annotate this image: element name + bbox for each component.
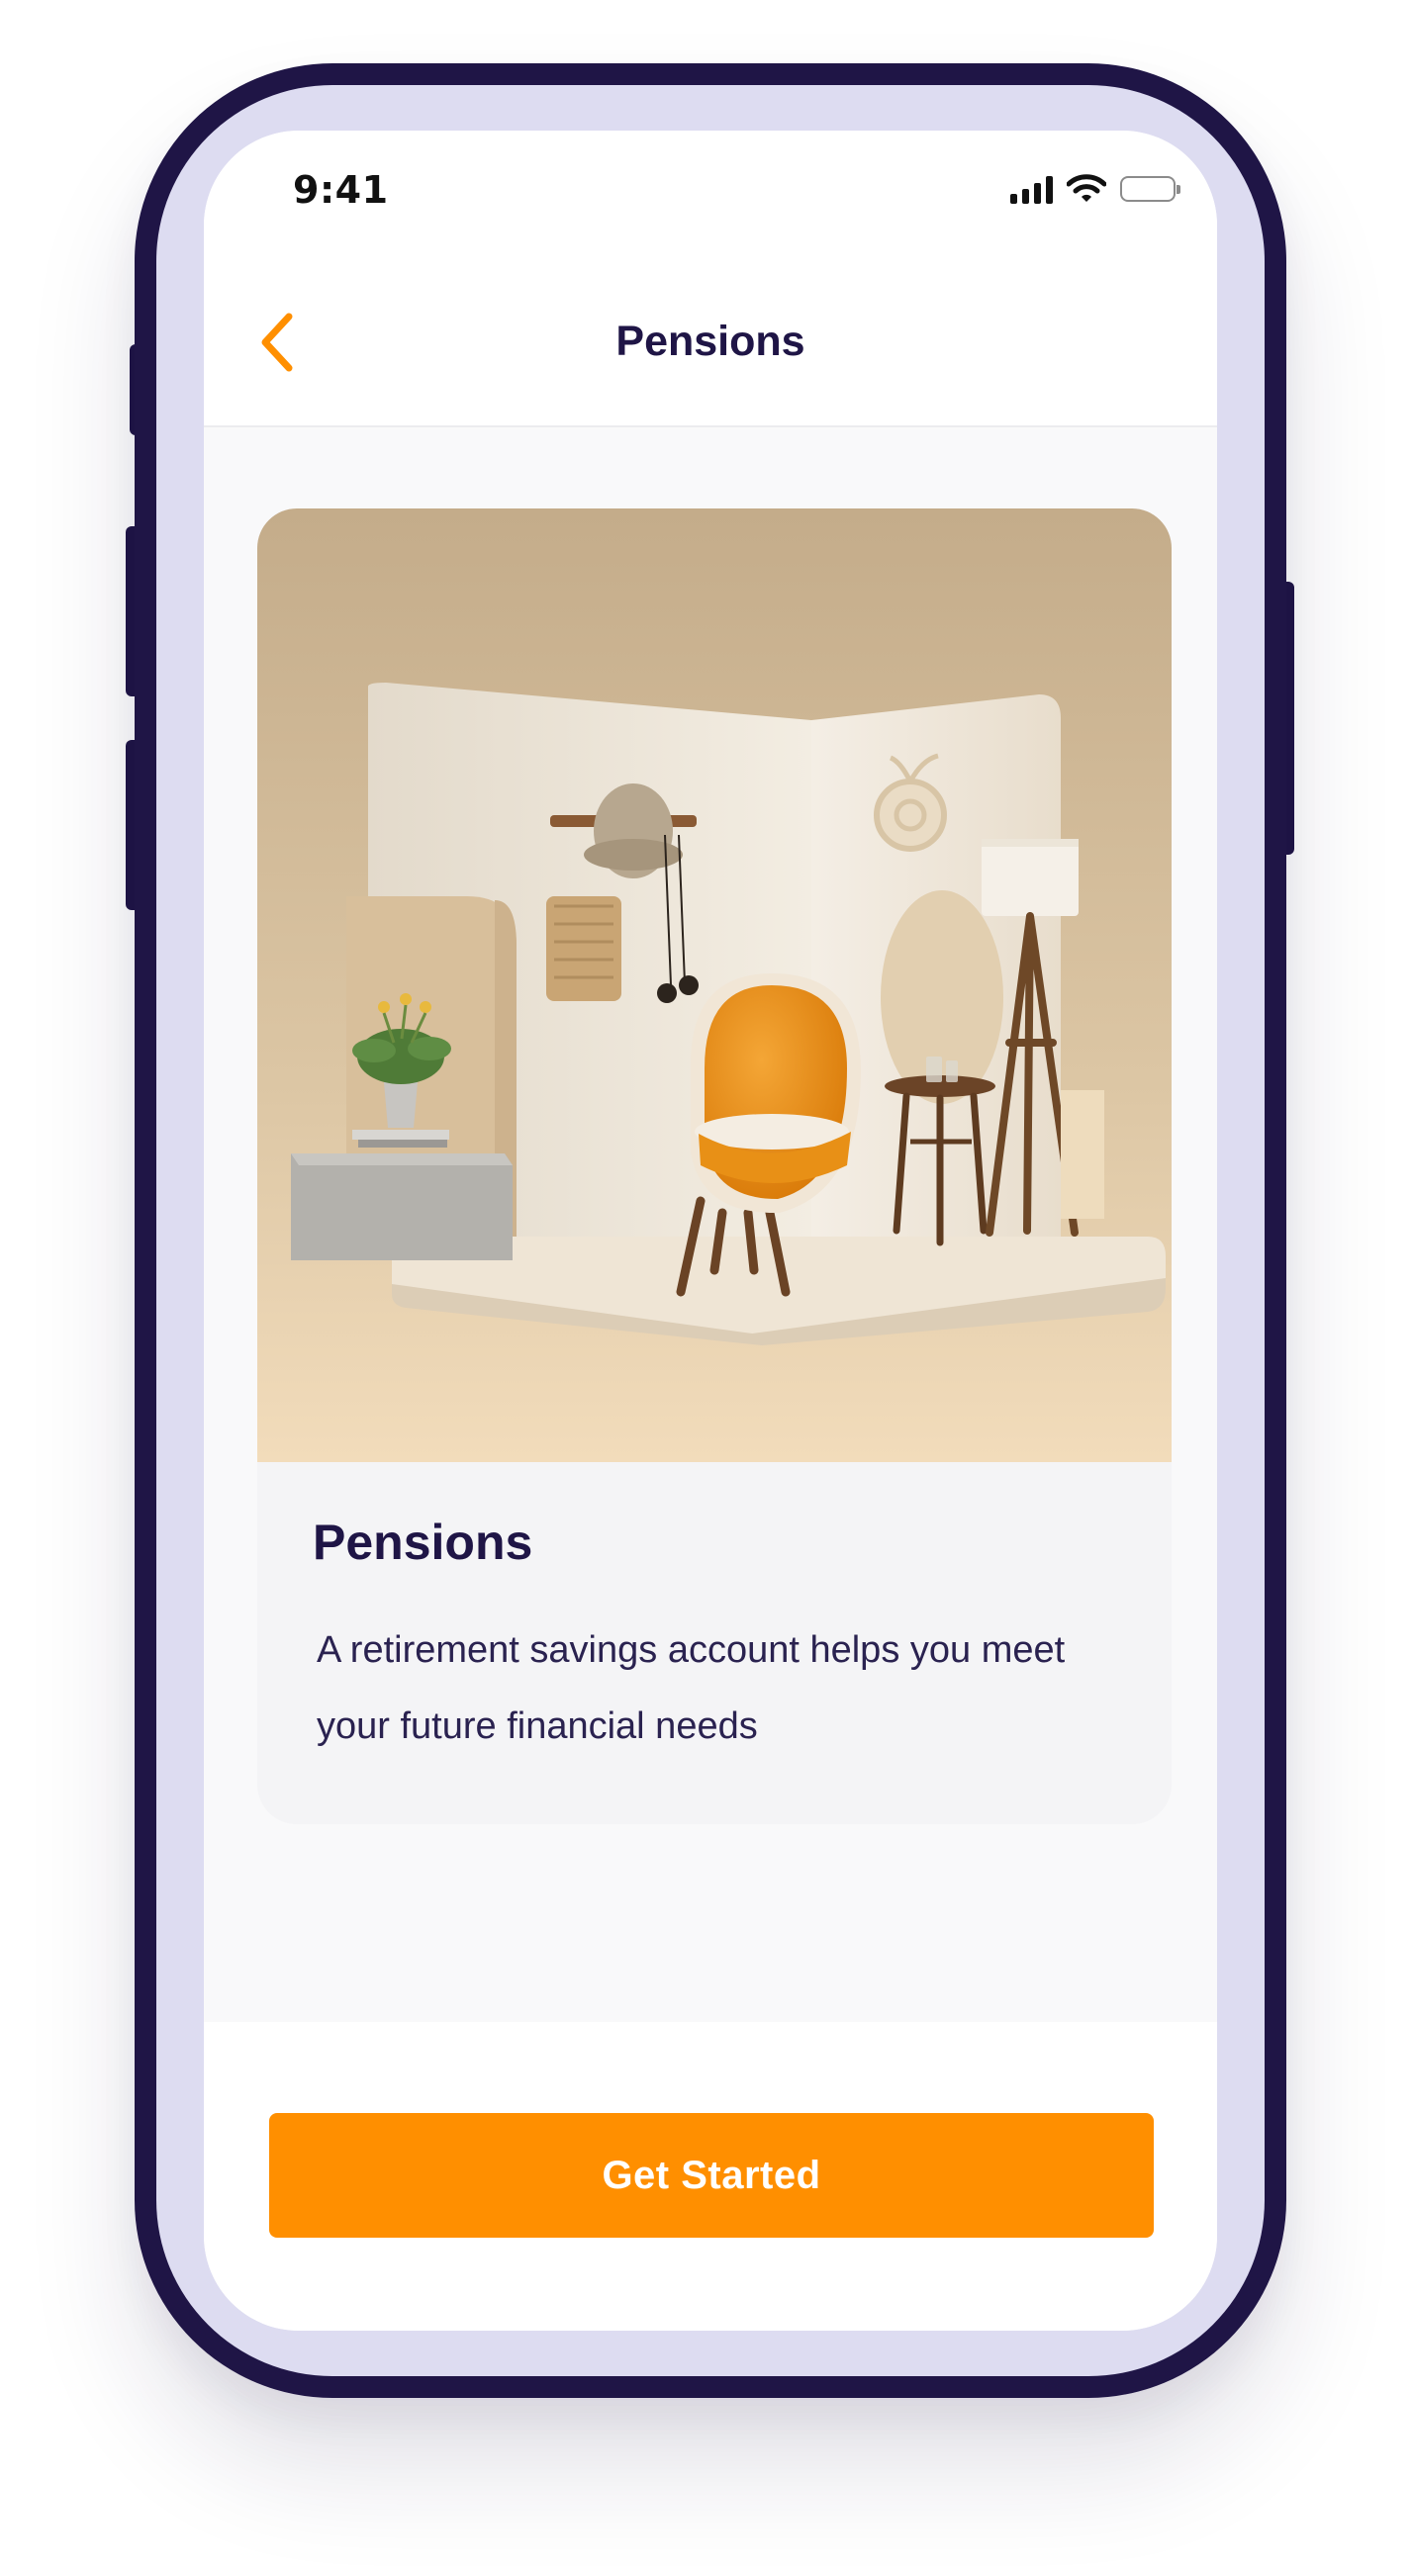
get-started-button[interactable]: Get Started (269, 2113, 1154, 2238)
battery-icon (1120, 176, 1180, 202)
card-description: A retirement savings account helps you m… (317, 1629, 1066, 1747)
retirement-lounge-illustration (257, 508, 1172, 1462)
page-title: Pensions (615, 318, 805, 365)
chevron-left-icon (261, 313, 293, 372)
status-bar: 9:41 (204, 131, 1217, 259)
pension-card: Pensions A retirement savings account he… (257, 508, 1172, 1824)
wifi-icon (1067, 174, 1106, 202)
status-icons (1010, 174, 1180, 204)
footer-bar: Get Started (204, 2022, 1217, 2331)
card-title: Pensions (313, 1515, 533, 1570)
nav-header: Pensions (204, 259, 1217, 427)
device-mockup: 9:41 Pensions Pensions A retirement savi… (0, 0, 1413, 2576)
status-time: 9:41 (293, 168, 389, 212)
app-screen: 9:41 Pensions Pensions A retirement savi… (204, 131, 1217, 2331)
back-button[interactable] (245, 311, 309, 374)
cellular-signal-icon (1010, 174, 1053, 204)
